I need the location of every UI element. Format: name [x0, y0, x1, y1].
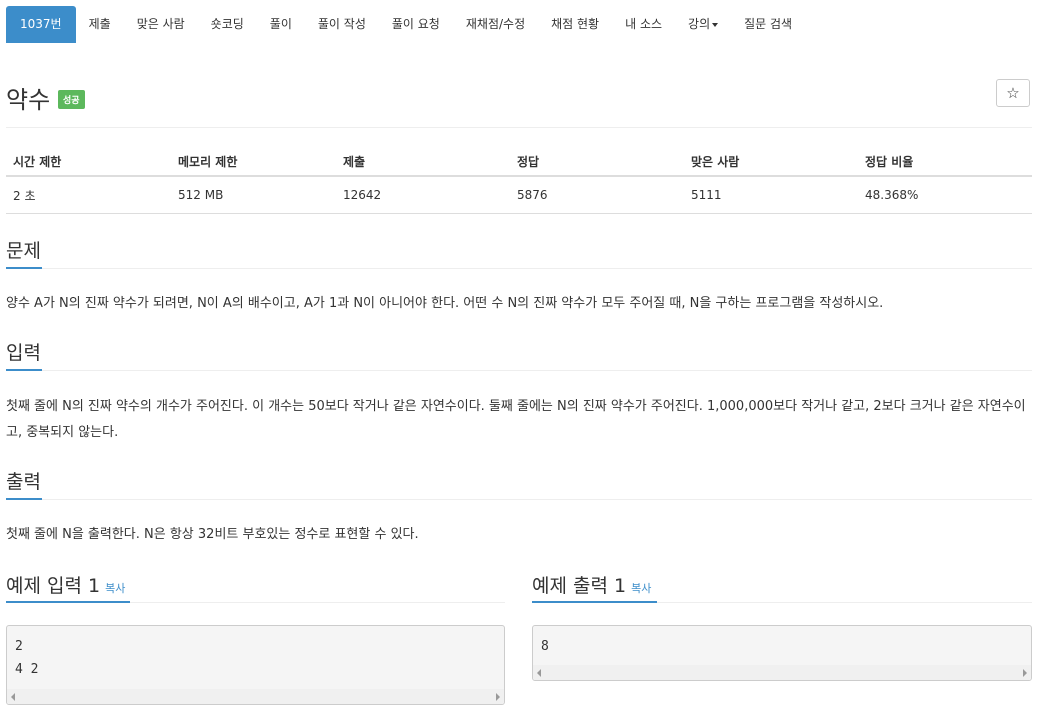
output-heading: 출력 [6, 471, 41, 493]
tab-rejudge[interactable]: 재채점/수정 [453, 6, 538, 43]
tab-solved-users[interactable]: 맞은 사람 [124, 6, 198, 43]
header-time-limit: 시간 제한 [6, 147, 171, 177]
header-accepted: 정답 [510, 147, 684, 177]
star-button[interactable]: ☆ [996, 79, 1030, 107]
copy-output-link[interactable]: 복사 [631, 582, 651, 595]
tab-short-coding[interactable]: 숏코딩 [198, 6, 257, 43]
horizontal-scrollbar[interactable] [533, 665, 1031, 680]
sample-output-box[interactable]: 8 [532, 625, 1032, 681]
sample-input-title: 예제 입력 1 [6, 575, 101, 597]
input-description: 첫째 줄에 N의 진짜 약수의 개수가 주어진다. 이 개수는 50보다 작거나… [6, 399, 1026, 440]
output-description: 첫째 줄에 N을 출력한다. N은 항상 32비트 부호있는 정수로 표현할 수… [6, 527, 419, 542]
tab-solutions[interactable]: 풀이 [257, 6, 305, 43]
tab-lectures-dropdown[interactable]: 강의 [675, 6, 731, 43]
value-memory-limit: 512 MB [171, 176, 336, 214]
tab-write-solution[interactable]: 풀이 작성 [305, 6, 379, 43]
scroll-right-icon[interactable] [1023, 669, 1027, 677]
sample-input-box[interactable]: 2 4 2 [6, 625, 505, 705]
table-row: 2 초 512 MB 12642 5876 5111 48.368% [6, 176, 1032, 214]
value-solved-users: 5111 [684, 176, 858, 214]
value-accept-ratio: 48.368% [858, 176, 1032, 214]
sample-output-heading: 예제 출력 1 복사 [532, 571, 651, 598]
scroll-left-icon[interactable] [537, 669, 541, 677]
heading-underline [6, 267, 42, 269]
input-heading: 입력 [6, 342, 41, 364]
sample-input-code: 2 4 2 [15, 639, 39, 677]
value-submissions: 12642 [336, 176, 510, 214]
header-solved-users: 맞은 사람 [684, 147, 858, 177]
scroll-right-icon[interactable] [496, 693, 500, 701]
sample-input-heading: 예제 입력 1 복사 [6, 571, 125, 598]
table-header-row: 시간 제한 메모리 제한 제출 정답 맞은 사람 정답 비율 [6, 147, 1032, 177]
star-icon: ☆ [1006, 84, 1020, 102]
tab-request-solution[interactable]: 풀이 요청 [379, 6, 453, 43]
tab-problem[interactable]: 1037번 [6, 6, 76, 43]
value-accepted: 5876 [510, 176, 684, 214]
tab-my-source[interactable]: 내 소스 [612, 6, 675, 43]
value-time-limit: 2 초 [6, 176, 171, 214]
copy-input-link[interactable]: 복사 [105, 582, 125, 595]
problem-info-table: 시간 제한 메모리 제한 제출 정답 맞은 사람 정답 비율 2 초 512 M… [6, 147, 1032, 214]
scroll-left-icon[interactable] [11, 693, 15, 701]
heading-divider [6, 370, 1032, 371]
heading-divider [6, 499, 1032, 500]
tab-lectures-label: 강의 [688, 17, 711, 31]
problem-nav-tabs: 1037번 제출 맞은 사람 숏코딩 풀이 풀이 작성 풀이 요청 재채점/수정… [6, 6, 805, 43]
problem-description: 양수 A가 N의 진짜 약수가 되려면, N이 A의 배수이고, A가 1과 N… [6, 296, 884, 311]
heading-underline [6, 601, 130, 603]
status-badge: 성공 [58, 90, 85, 109]
tab-status[interactable]: 채점 현황 [538, 6, 612, 43]
header-memory-limit: 메모리 제한 [171, 147, 336, 177]
horizontal-scrollbar[interactable] [7, 689, 504, 704]
tab-submit[interactable]: 제출 [76, 6, 124, 43]
header-accept-ratio: 정답 비율 [858, 147, 1032, 177]
problem-heading: 문제 [6, 240, 41, 262]
sample-output-title: 예제 출력 1 [532, 575, 627, 597]
tab-question-search[interactable]: 질문 검색 [731, 6, 805, 43]
caret-down-icon [712, 22, 719, 27]
heading-underline [532, 601, 657, 603]
divider [6, 127, 1032, 128]
header-submissions: 제출 [336, 147, 510, 177]
heading-divider [6, 268, 1032, 269]
heading-underline [6, 498, 42, 500]
heading-underline [6, 369, 42, 371]
problem-title: 약수 [6, 86, 51, 114]
sample-output-code: 8 [541, 639, 549, 654]
